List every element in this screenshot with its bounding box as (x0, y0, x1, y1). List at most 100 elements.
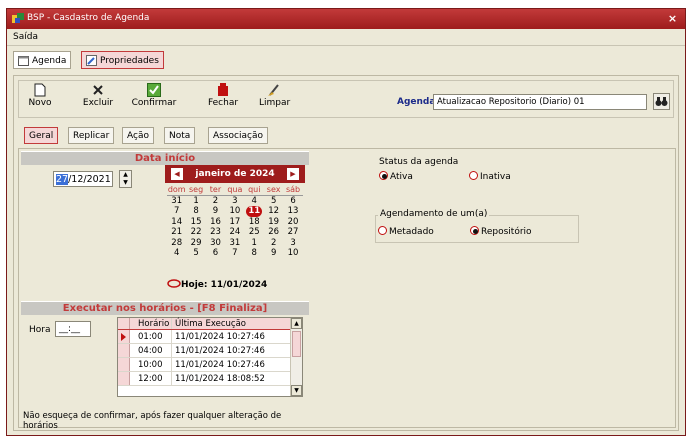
date-spinner[interactable]: ▲ ▼ (119, 170, 132, 188)
calendar-day[interactable]: 7 (167, 206, 186, 217)
tab-replicar[interactable]: Replicar (68, 127, 115, 144)
calendar-day[interactable]: 18 (245, 217, 264, 228)
calendar-day[interactable]: 31 (167, 196, 186, 207)
scroll-up-icon[interactable]: ▲ (291, 318, 302, 329)
prev-month-icon[interactable]: ◀ (171, 168, 183, 180)
calendar-day[interactable]: 13 (283, 206, 302, 217)
tab-associacao[interactable]: Associação (208, 127, 268, 144)
tab-agenda[interactable]: Agenda (13, 51, 72, 69)
calendar-day[interactable]: 5 (264, 196, 283, 207)
table-row[interactable]: 10:00 11/01/2024 10:27:46 (118, 358, 302, 372)
calendar-day[interactable]: 19 (264, 217, 283, 228)
calendar-day[interactable]: 3 (283, 238, 302, 249)
left-panel: Data início 27/12/2021 ▲ ▼ janeiro de 202… (19, 149, 311, 431)
binoculars-search-icon[interactable] (653, 93, 670, 110)
col-horario[interactable]: Horário (130, 318, 172, 329)
calendar-day[interactable]: 21 (167, 227, 186, 238)
calendar-day[interactable]: 17 (225, 217, 244, 228)
calendar-day[interactable]: 14 (167, 217, 186, 228)
excluir-label: Excluir (82, 98, 114, 108)
table-row[interactable]: 01:00 11/01/2024 10:27:46 (118, 330, 302, 344)
radio-metadado-dot (378, 226, 387, 235)
tab-geral[interactable]: Geral (24, 127, 59, 144)
calendar-day[interactable]: 22 (186, 227, 205, 238)
calendar-day[interactable]: 10 (225, 206, 244, 217)
hora-field[interactable]: __:__ (55, 321, 91, 337)
calendar-day[interactable]: 20 (283, 217, 302, 228)
limpar-button[interactable]: Limpar (259, 83, 290, 117)
menu-item-saida[interactable]: Saída (13, 32, 38, 42)
calendar-day[interactable]: 30 (206, 238, 225, 249)
grid-header: Horário Última Execução (118, 318, 302, 330)
weekday-label: seg (189, 185, 204, 194)
today-link[interactable]: Hoje: 11/01/2024 (167, 279, 267, 290)
calendar-day[interactable]: 4 (167, 248, 186, 259)
excluir-button[interactable]: Excluir (81, 83, 115, 117)
weekday-label: sáb (285, 185, 301, 194)
calendar-day[interactable]: 3 (225, 196, 244, 207)
calendar-day[interactable]: 27 (283, 227, 302, 238)
tab-nota[interactable]: Nota (164, 127, 196, 144)
spin-up-icon[interactable]: ▲ (120, 171, 131, 179)
scroll-thumb[interactable] (292, 331, 301, 357)
delete-x-icon (93, 85, 103, 95)
calendar-day[interactable]: 28 (167, 238, 186, 249)
calendar-day[interactable]: 4 (245, 196, 264, 207)
table-row[interactable]: 04:00 11/01/2024 10:27:46 (118, 344, 302, 358)
app-logo-icon (12, 13, 24, 23)
calendar-day[interactable]: 1 (186, 196, 205, 207)
weekday-label: ter (209, 185, 222, 194)
col-ultima-execucao[interactable]: Última Execução (172, 318, 290, 329)
grid-scrollbar[interactable]: ▲ ▼ (290, 318, 302, 396)
calendar-day[interactable]: 6 (206, 248, 225, 259)
calendar-day[interactable]: 2 (206, 196, 225, 207)
calendar-day[interactable]: 1 (245, 238, 264, 249)
calendar-day[interactable]: 11 (245, 206, 264, 217)
calendar-day[interactable]: 24 (225, 227, 244, 238)
calendar-day[interactable]: 9 (264, 248, 283, 259)
radio-repositorio[interactable]: Repositório (470, 226, 532, 237)
calendar-day[interactable]: 31 (225, 238, 244, 249)
calendar-day[interactable]: 12 (264, 206, 283, 217)
tab-acao[interactable]: Ação (122, 127, 154, 144)
calendar-day[interactable]: 15 (186, 217, 205, 228)
table-row[interactable]: 12:00 11/01/2024 18:08:52 (118, 372, 302, 386)
calendar-day[interactable]: 7 (225, 248, 244, 259)
tab-propriedades-label: Propriedades (100, 56, 159, 66)
main-tabs: Agenda Propriedades (7, 47, 685, 73)
scroll-down-icon[interactable]: ▼ (291, 385, 302, 396)
confirmar-button[interactable]: Confirmar (131, 83, 177, 117)
weekday-label: sex (266, 185, 281, 194)
calendar-day[interactable]: 8 (245, 248, 264, 259)
calendar-day[interactable]: 5 (186, 248, 205, 259)
next-month-icon[interactable]: ▶ (287, 168, 299, 180)
radio-metadado[interactable]: Metadado (378, 226, 434, 237)
calendar-day[interactable]: 25 (245, 227, 264, 238)
radio-inativa[interactable]: Inativa (469, 171, 511, 182)
agenda-field[interactable]: Atualizacao Repositorio (Diario) 01 (433, 94, 647, 110)
calendar-day[interactable]: 9 (206, 206, 225, 217)
tab-propriedades[interactable]: Propriedades (81, 51, 164, 69)
date-inicio-field[interactable]: 27/12/2021 (53, 171, 113, 187)
radio-ativa-dot (379, 171, 388, 180)
radio-ativa[interactable]: Ativa (379, 171, 413, 182)
horarios-note: Não esqueça de confirmar, após fazer qua… (23, 411, 282, 431)
fechar-button[interactable]: Fechar (207, 83, 239, 117)
calendar-day[interactable]: 6 (283, 196, 302, 207)
novo-button[interactable]: Novo (27, 83, 53, 117)
calendar-day[interactable]: 29 (186, 238, 205, 249)
calendar-day[interactable]: 23 (206, 227, 225, 238)
calendar-day[interactable]: 26 (264, 227, 283, 238)
calendar-day[interactable]: 16 (206, 217, 225, 228)
date-selected-part: 27 (56, 174, 69, 185)
calendar-day[interactable]: 2 (264, 238, 283, 249)
close-icon[interactable]: × (666, 12, 679, 25)
spin-down-icon[interactable]: ▼ (120, 179, 131, 187)
calendar-day[interactable]: 8 (186, 206, 205, 217)
cell-ultima-execucao: 11/01/2024 18:08:52 (175, 374, 265, 384)
radio-metadado-label: Metadado (389, 227, 434, 237)
calendar-day[interactable]: 10 (283, 248, 302, 259)
status-group: Status da agenda Ativa Inativa (377, 157, 547, 191)
section-tabs: Geral Replicar Ação Nota Associação (14, 124, 680, 146)
cell-horario: 04:00 (130, 344, 172, 357)
